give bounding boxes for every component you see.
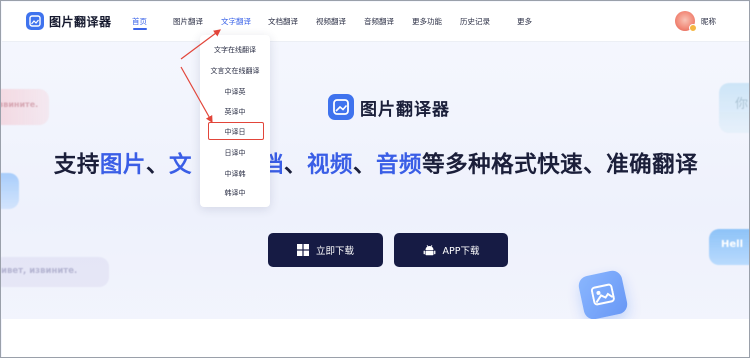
- annotation-highlight-box: [208, 122, 264, 140]
- decor-bubble-english: Hell: [709, 229, 749, 265]
- decor-bubble-text: ивет, извините.: [1, 266, 78, 276]
- page-frame: извините. ивет, извините. 你 Hell 图片翻译器 首…: [0, 0, 750, 358]
- slogan-part: 、: [145, 152, 169, 178]
- decor-bubble-russian-top: извините.: [1, 89, 49, 125]
- nav-active-underline: [133, 28, 147, 30]
- slogan-highlight: 音频: [376, 152, 423, 178]
- decor-bubble-text: 你: [735, 97, 749, 112]
- hero-logo-text: 图片翻译器: [360, 99, 450, 120]
- nav-home[interactable]: 首页: [132, 16, 147, 27]
- nav-document-translate[interactable]: 文档翻译: [268, 16, 298, 27]
- annotation-arrows: [180, 29, 221, 124]
- dropdown-item-ja-zh[interactable]: 日译中: [200, 148, 270, 158]
- nav-audio-translate[interactable]: 音频翻译: [364, 16, 394, 27]
- nav-history[interactable]: 历史记录: [460, 16, 490, 27]
- hero-slogan: 支持图片、文 文档、视频、音频等多种格式快速、准确翻译: [1, 147, 749, 179]
- slogan-part: 、: [284, 152, 308, 178]
- decor-bubble-text: извините.: [1, 100, 39, 109]
- page-bottom-band: [2, 319, 749, 357]
- dropdown-item-ko-zh[interactable]: 韩译中: [200, 188, 270, 198]
- dropdown-item-zh-ko[interactable]: 中译韩: [200, 169, 270, 179]
- decor-bubble-text: Hell: [721, 239, 744, 250]
- site-logo-text: 图片翻译器: [49, 14, 112, 29]
- slogan-part: 、: [353, 152, 377, 178]
- app-download-button-label: APP下载: [442, 246, 480, 257]
- android-icon: [423, 244, 436, 257]
- download-button-label: 立即下载: [315, 246, 354, 257]
- dropdown-item-classical-chinese[interactable]: 文言文在线翻译: [200, 66, 270, 76]
- image-translate-icon: [26, 12, 44, 30]
- nav-more[interactable]: 更多: [517, 16, 532, 27]
- image-translate-icon: [328, 94, 354, 120]
- slogan-highlight: 视频: [307, 152, 354, 178]
- download-button[interactable]: 立即下载: [268, 233, 383, 267]
- hero-logo: 图片翻译器: [328, 94, 450, 120]
- nav-text-translate[interactable]: 文字翻译: [221, 16, 251, 27]
- dropdown-item-text-online[interactable]: 文字在线翻译: [200, 45, 270, 55]
- decor-bubble-russian-bottom: ивет, извините.: [1, 257, 109, 287]
- nav-more-features[interactable]: 更多功能: [412, 16, 442, 27]
- decor-bubble-chinese: 你: [719, 83, 749, 133]
- slogan-highlight: 文: [168, 152, 192, 178]
- slogan-highlight: 图片: [99, 152, 146, 178]
- decor-photo-icon: [576, 268, 630, 322]
- dropdown-item-zh-en[interactable]: 中译英: [200, 87, 270, 97]
- nav-video-translate[interactable]: 视频翻译: [316, 16, 346, 27]
- avatar-badge-icon: [689, 24, 697, 32]
- text-translate-dropdown: 文字在线翻译 文言文在线翻译 中译英 英译中 中译日 日译中 中译韩 韩译中: [200, 35, 270, 207]
- nav-image-translate[interactable]: 图片翻译: [173, 16, 203, 27]
- slogan-part: 支持: [53, 152, 100, 178]
- windows-icon: [296, 244, 309, 256]
- site-logo[interactable]: 图片翻译器: [26, 12, 112, 30]
- dropdown-item-en-zh[interactable]: 英译中: [200, 107, 270, 117]
- user-nickname[interactable]: 昵称: [701, 16, 716, 27]
- app-download-button[interactable]: APP下载: [394, 233, 508, 267]
- slogan-part: 等多种格式快速、准确翻译: [422, 152, 699, 178]
- top-header: 图片翻译器 首页 图片翻译 文字翻译 文档翻译 视频翻译 音频翻译 更多功能 历…: [2, 2, 749, 42]
